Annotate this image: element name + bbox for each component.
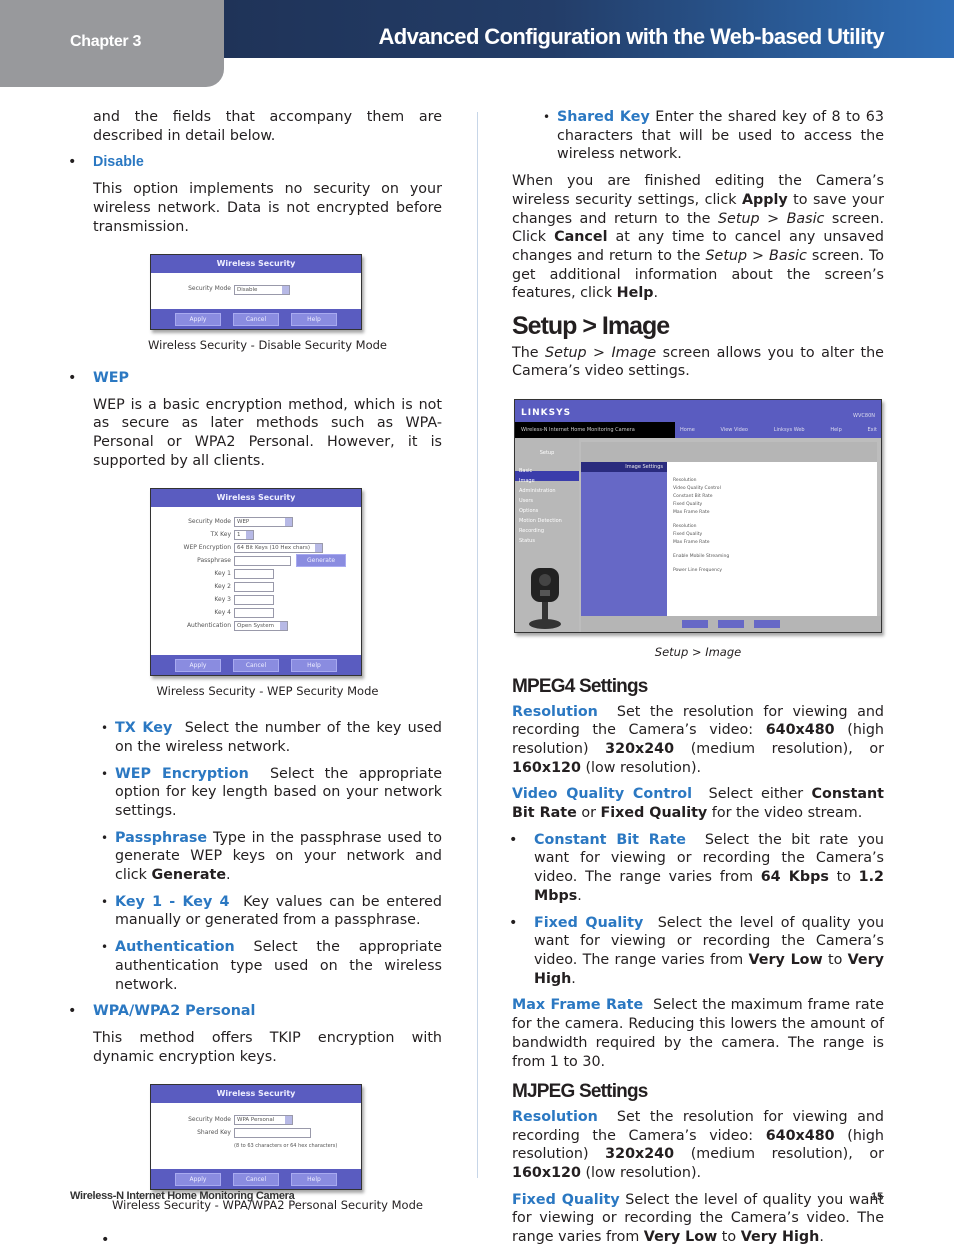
section-heading: Setup > Image bbox=[512, 312, 670, 341]
list-item: • Shared Key Enter the shared key of 8 t… bbox=[543, 109, 884, 163]
setup-image-intro: The Setup > Image screen allows you to a… bbox=[512, 344, 884, 380]
list-item: • Fixed Quality Select the level of qual… bbox=[509, 914, 885, 987]
screenshot-disable: Wireless Security Security Mode Disable … bbox=[150, 254, 362, 331]
footer-product: Wireless-N Internet Home Monitoring Came… bbox=[70, 1190, 295, 1202]
setup-sidebar: Setup Basic Image Administration Users O… bbox=[515, 438, 579, 633]
left-column: and the fields that accompany them are d… bbox=[68, 108, 443, 1250]
figure-caption: Wireless Security - WEP Security Mode bbox=[156, 684, 379, 699]
wep-items: • TX Key Select the number of the key use… bbox=[101, 719, 443, 994]
screenshot-wep: Wireless Security Security Mode WEP TX Ke… bbox=[150, 488, 362, 677]
mpeg4-heading: MPEG4 Settings bbox=[512, 675, 648, 697]
header-banner: Advanced Configuration with the Web-base… bbox=[224, 0, 954, 58]
chapter-tab: Chapter 3 bbox=[0, 0, 224, 87]
ws-title: Wireless Security bbox=[151, 255, 361, 274]
screenshot-wpa: Wireless Security Security Mode WPA Pers… bbox=[150, 1084, 362, 1191]
cancel-button: Cancel bbox=[233, 312, 279, 326]
column-divider bbox=[477, 112, 478, 1178]
list-item: • Passphrase Type in the passphrase used … bbox=[101, 829, 443, 884]
wpa-heading: WPA/WPA2 Personal bbox=[93, 1003, 256, 1020]
mpeg4-vqc: Video Quality Control Select either Cons… bbox=[512, 786, 884, 822]
list-item: • WEP Encryption Select the appropriate o… bbox=[101, 765, 443, 819]
help-button: Help bbox=[291, 312, 337, 326]
list-item: • Key 1 - Key 4 Key values can be entered… bbox=[101, 893, 442, 929]
wep-body: WEP is a basic encryption method, which … bbox=[93, 396, 442, 469]
right-column: • Shared Key Enter the shared key of 8 t… bbox=[509, 108, 885, 1247]
wep-heading: WEP bbox=[93, 369, 130, 386]
list-item: • Constant Bit Rate Select the bit rate … bbox=[509, 831, 884, 904]
mpeg4-max-frame-rate: Max Frame Rate Select the maximum frame … bbox=[512, 997, 885, 1070]
intro-text: and the fields that accompany them are d… bbox=[93, 109, 442, 144]
figure-caption: Wireless Security - Disable Security Mod… bbox=[148, 338, 387, 353]
figure-caption: Setup > Image bbox=[654, 645, 742, 660]
list-item: • TX Key Select the number of the key use… bbox=[101, 720, 442, 755]
screenshot-setup-image: LINKSYS WVC80N Wireless-N Internet Home … bbox=[514, 399, 882, 634]
finish-paragraph: When you are finished editing the Camera… bbox=[512, 173, 885, 302]
wep-section: • WEP bbox=[68, 369, 442, 388]
security-mode-select: Disable bbox=[234, 284, 290, 295]
bullet-icon: • bbox=[68, 154, 77, 171]
chapter-title: Advanced Configuration with the Web-base… bbox=[378, 24, 884, 49]
mjpeg-resolution: Resolution Set the resolution for viewin… bbox=[512, 1108, 884, 1182]
linksys-logo: LINKSYS bbox=[521, 408, 572, 419]
bullet-icon: • bbox=[68, 369, 77, 386]
bullet-icon: • bbox=[68, 1003, 77, 1020]
camera-icon bbox=[529, 568, 561, 630]
wpa-section: • WPA/WPA2 Personal bbox=[68, 1002, 442, 1021]
mjpeg-fixed-quality: Fixed Quality Select the level of qualit… bbox=[512, 1191, 885, 1246]
disable-body: This option implements no security on yo… bbox=[93, 181, 442, 235]
disable-section: • Disable bbox=[68, 153, 442, 172]
mpeg4-resolution: Resolution Set the resolution for viewin… bbox=[512, 703, 884, 776]
wpa-body: This method offers TKIP encryption with … bbox=[93, 1029, 442, 1065]
chapter-label: Chapter 3 bbox=[70, 33, 142, 50]
bullet-icon: • bbox=[101, 1232, 110, 1249]
page-number: 15 bbox=[871, 1191, 884, 1203]
list-item: • Authentication Select the appropriate a… bbox=[101, 939, 442, 993]
mjpeg-heading: MJPEG Settings bbox=[512, 1081, 648, 1103]
apply-button: Apply bbox=[175, 312, 221, 326]
disable-heading: Disable bbox=[93, 154, 144, 171]
wep-fields: Security Mode WEP TX Key 1 WEP Encryption 6… bbox=[151, 515, 361, 632]
